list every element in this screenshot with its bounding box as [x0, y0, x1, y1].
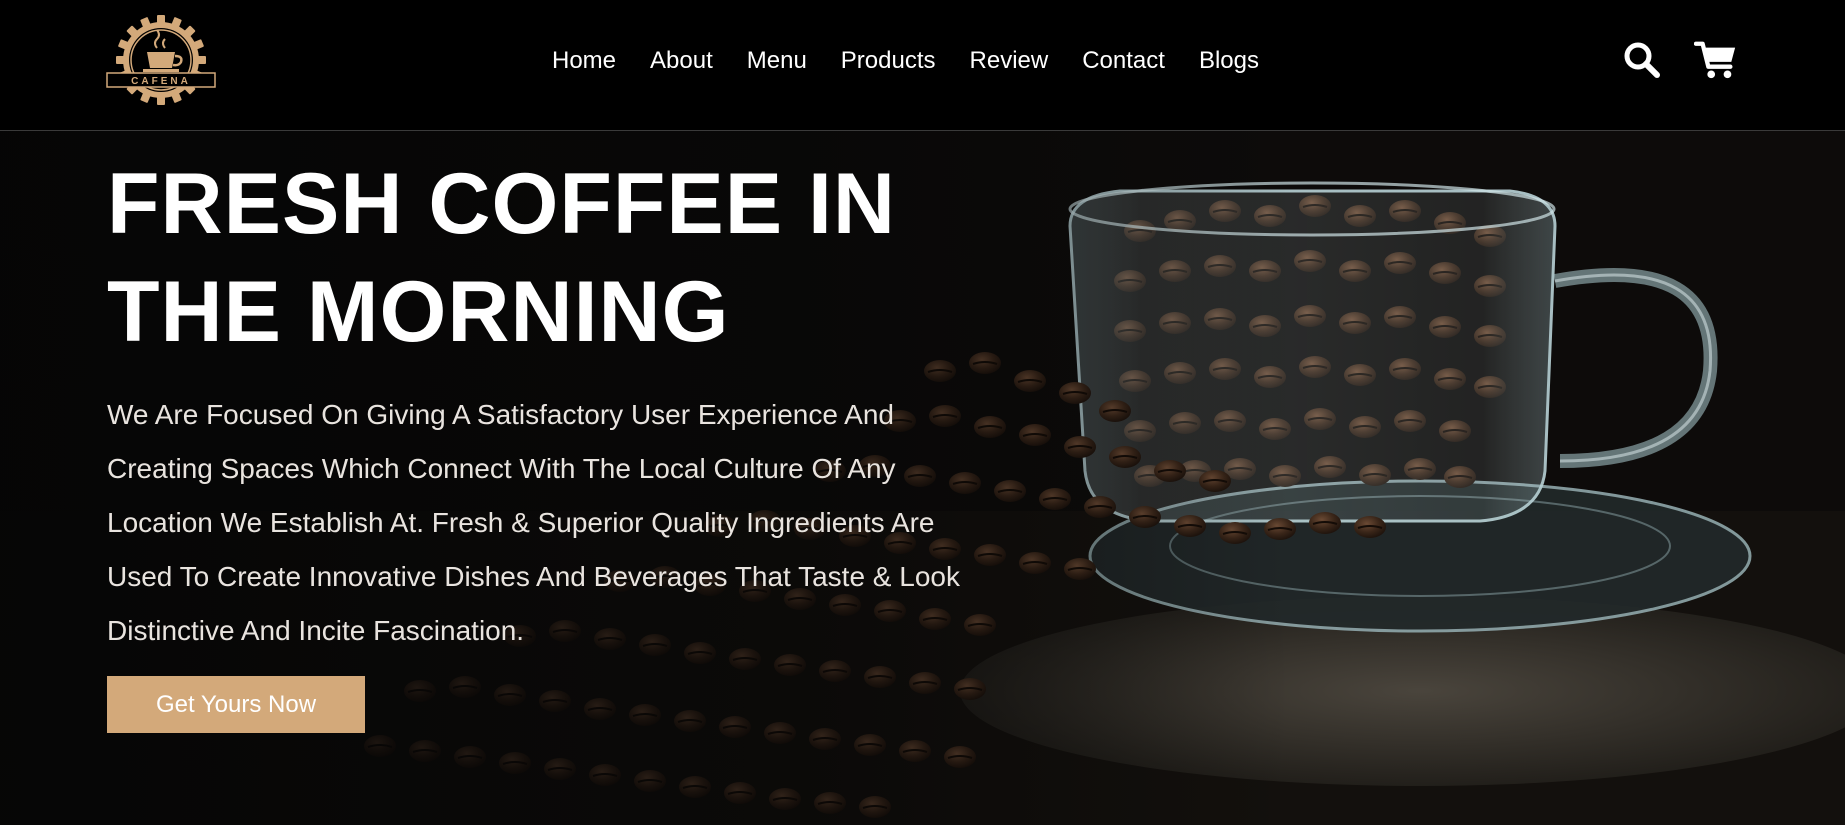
hero-section: FRESH COFFEE IN THE MORNING We Are Focus…	[107, 150, 1007, 658]
search-button[interactable]	[1620, 38, 1664, 82]
nav-item-about[interactable]: About	[650, 44, 713, 78]
logo-text: CAFENA	[131, 76, 191, 87]
search-icon	[1624, 42, 1660, 78]
hero-title: FRESH COFFEE IN THE MORNING	[107, 150, 1007, 366]
logo-badge-icon: CAFENA	[106, 15, 216, 105]
cart-button[interactable]	[1694, 38, 1738, 82]
cafena-logo[interactable]: CAFENA	[106, 14, 216, 106]
hero-description: We Are Focused On Giving A Satisfactory …	[107, 399, 960, 646]
main-nav: Home About Menu Products Review Contact …	[552, 44, 1293, 78]
nav-item-contact[interactable]: Contact	[1082, 44, 1165, 78]
hero-title-line-1: FRESH COFFEE IN	[107, 156, 897, 252]
nav-item-menu[interactable]: Menu	[747, 44, 807, 78]
site-header: CAFENA Home About Menu Products Review C…	[0, 0, 1845, 131]
nav-item-blogs[interactable]: Blogs	[1199, 44, 1259, 78]
cart-icon	[1694, 41, 1736, 79]
nav-item-review[interactable]: Review	[970, 44, 1049, 78]
hero-title-line-2: THE MORNING	[107, 264, 730, 360]
landing-page: CAFENA Home About Menu Products Review C…	[0, 0, 1845, 825]
nav-item-home[interactable]: Home	[552, 44, 616, 78]
get-yours-now-button[interactable]: Get Yours Now	[107, 676, 365, 733]
nav-item-products[interactable]: Products	[841, 44, 936, 78]
